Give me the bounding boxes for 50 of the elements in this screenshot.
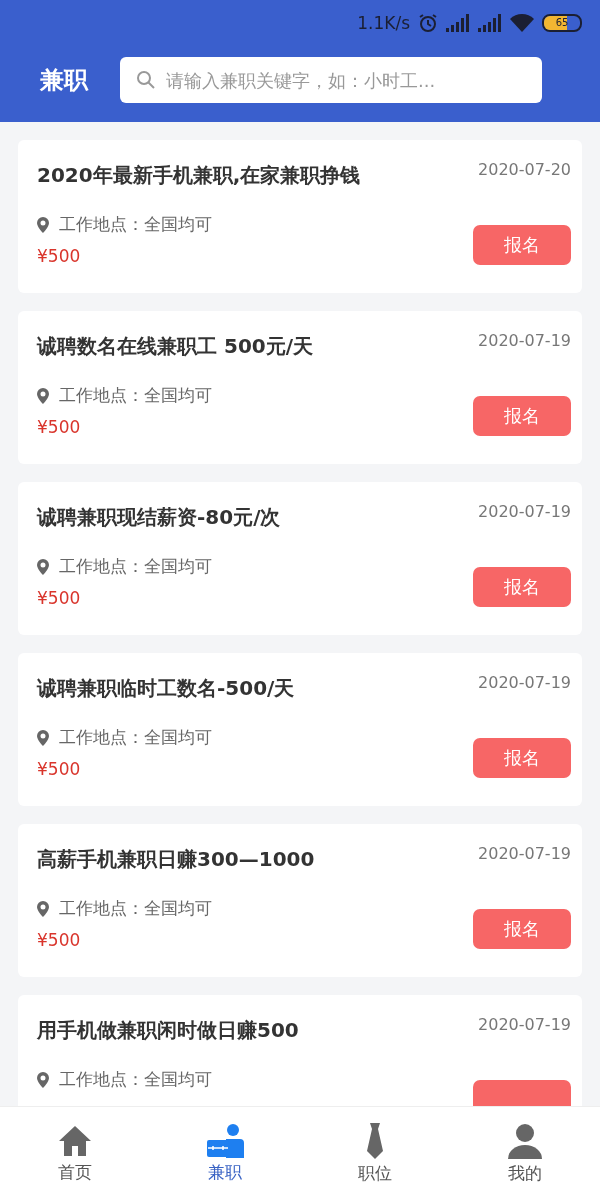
job-title: 诚聘兼职临时工数名-500/天: [37, 675, 295, 702]
search-icon: [136, 70, 156, 90]
job-salary: ¥500: [37, 930, 82, 950]
tab-bar-item[interactable]: 我的: [450, 1107, 600, 1200]
job-date: 2020-07-19: [478, 673, 571, 692]
job-card[interactable]: 诚聘兼职临时工数名-500/天 2020-07-19 工作地点：全国均可 ¥500 报名: [18, 653, 582, 806]
signal-icon: [446, 14, 470, 32]
job-date: 2020-07-19: [478, 844, 571, 863]
job-date: 2020-07-20: [478, 160, 571, 179]
job-location: 工作地点：全国均可: [59, 1068, 212, 1091]
job-location: 工作地点：全国均可: [59, 555, 212, 578]
job-title: 2020年最新手机兼职,在家兼职挣钱: [37, 162, 361, 189]
job-salary: ¥500: [37, 246, 82, 266]
user-icon: [506, 1122, 544, 1160]
wifi-icon: [510, 14, 534, 32]
job-card[interactable]: 诚聘数名在线兼职工 500元/天 2020-07-19 工作地点：全国均可 ¥500 报名: [18, 311, 582, 464]
location-pin-icon: [37, 558, 49, 575]
job-title: 诚聘数名在线兼职工 500元/天: [37, 333, 313, 360]
location-pin-icon: [37, 1071, 49, 1088]
person-briefcase-icon: [206, 1123, 244, 1159]
home-icon: [57, 1123, 93, 1159]
search-field[interactable]: 请输入兼职关键字，如：小时工...: [120, 57, 542, 103]
job-card[interactable]: 2020年最新手机兼职,在家兼职挣钱 2020-07-20 工作地点：全国均可 ¥500 报名: [18, 140, 582, 293]
job-title: 用手机做兼职闲时做日赚500: [37, 1017, 299, 1044]
tab-bar-item[interactable]: 首页: [0, 1107, 150, 1200]
job-card[interactable]: 高薪手机兼职日赚300—1000 2020-07-19 工作地点：全国均可 ¥500 报名: [18, 824, 582, 977]
page-title: 兼职: [40, 65, 88, 96]
job-salary: ¥500: [37, 588, 82, 608]
job-date: 2020-07-19: [478, 1015, 571, 1034]
job-date: 2020-07-19: [478, 502, 571, 521]
job-title: 诚聘兼职现结薪资-80元/次: [37, 504, 281, 531]
job-date: 2020-07-19: [478, 331, 571, 350]
tab-bar-item[interactable]: 职位: [300, 1107, 450, 1200]
signal-icon: [478, 14, 502, 32]
job-location: 工作地点：全国均可: [59, 384, 212, 407]
location-pin-icon: [37, 216, 49, 233]
tab-bar-item[interactable]: 兼职: [150, 1107, 300, 1200]
job-salary: ¥500: [37, 417, 82, 437]
location-pin-icon: [37, 729, 49, 746]
job-card[interactable]: 用手机做兼职闲时做日赚500 2020-07-19 工作地点：全国均可: [18, 995, 582, 1106]
job-location: 工作地点：全国均可: [59, 726, 212, 749]
location-pin-icon: [37, 387, 49, 404]
alarm-icon: [418, 13, 438, 33]
location-pin-icon: [37, 900, 49, 917]
job-title: 高薪手机兼职日赚300—1000: [37, 846, 315, 873]
job-card[interactable]: 诚聘兼职现结薪资-80元/次 2020-07-19 工作地点：全国均可 ¥500 报名: [18, 482, 582, 635]
job-location: 工作地点：全国均可: [59, 213, 212, 236]
job-salary: ¥500: [37, 759, 82, 779]
job-location: 工作地点：全国均可: [59, 897, 212, 920]
network-speed: 1.1K/s: [357, 13, 410, 33]
